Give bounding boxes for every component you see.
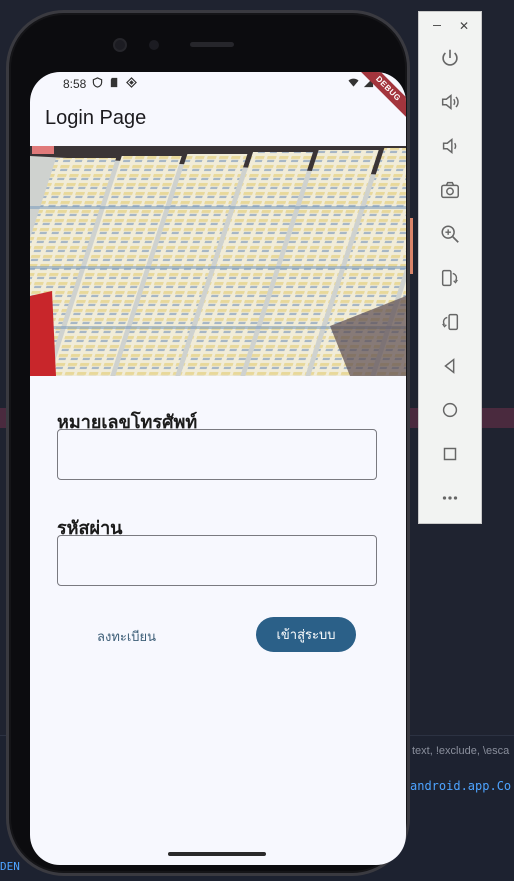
back-icon	[444, 358, 455, 374]
ide-console-left-text: DEN	[0, 860, 20, 873]
login-button[interactable]: เข้าสู่ระบบ	[256, 617, 356, 652]
more-icon	[442, 496, 458, 500]
register-button[interactable]: ลงทะเบียน	[97, 626, 156, 647]
sd-card-icon	[110, 77, 118, 88]
app-bar: Login Page	[30, 96, 406, 146]
home-icon	[442, 402, 458, 418]
power-icon	[442, 49, 458, 66]
front-camera	[113, 38, 127, 52]
overview-button[interactable]	[435, 439, 465, 469]
lottery-tickets-illustration	[30, 146, 406, 376]
login-form: หมายเลขโทรศัพท์ รหัสผ่าน	[57, 407, 377, 586]
rotate-right-icon	[442, 313, 459, 331]
phone-input[interactable]	[57, 429, 377, 480]
camera-icon	[441, 181, 459, 199]
wifi-icon	[348, 78, 359, 87]
front-sensor	[149, 40, 159, 50]
shield-icon	[92, 77, 103, 88]
rotate-left-icon	[441, 269, 458, 287]
back-button[interactable]	[435, 351, 465, 381]
zoom-icon	[441, 225, 459, 243]
ide-console-line: android.app.Co	[410, 779, 512, 793]
ide-filter-hint: text, !exclude, \esca	[412, 745, 510, 757]
status-time: 8:58	[63, 77, 87, 91]
form-actions: ลงทะเบียน เข้าสู่ระบบ	[57, 617, 357, 653]
emulator-toolbar: ✕	[418, 11, 482, 524]
close-icon[interactable]: ✕	[459, 19, 469, 33]
minimize-icon[interactable]	[433, 25, 441, 26]
screenshot-button[interactable]	[435, 175, 465, 205]
lottery-tickets-image	[30, 146, 406, 376]
volume-up-button[interactable]	[435, 87, 465, 117]
rotate-left-button[interactable]	[435, 263, 465, 293]
volume-down-icon	[442, 138, 457, 154]
volume-up-icon	[441, 94, 459, 110]
rotate-right-button[interactable]	[435, 307, 465, 337]
zoom-button[interactable]	[435, 219, 465, 249]
home-button[interactable]	[435, 395, 465, 425]
phone-label: หมายเลขโทรศัพท์	[57, 412, 198, 433]
phone-screen: 8:58 DEBUG Login Page หมายเลขโทรศัพท์ รห…	[30, 72, 406, 865]
password-label: รหัสผ่าน	[57, 518, 123, 539]
power-button[interactable]	[435, 43, 465, 73]
status-bar: 8:58 DEBUG	[30, 72, 406, 123]
status-notification-icons	[92, 77, 137, 88]
overview-icon	[443, 447, 457, 461]
page-title: Login Page	[45, 107, 147, 129]
sync-icon	[126, 77, 137, 88]
more-button[interactable]	[435, 483, 465, 513]
password-input[interactable]	[57, 535, 377, 586]
phone-frame: 8:58 DEBUG Login Page หมายเลขโทรศัพท์ รห…	[6, 10, 410, 876]
speaker-grille	[190, 42, 234, 47]
emulator-window-controls: ✕	[419, 17, 483, 33]
home-indicator[interactable]	[168, 852, 266, 856]
volume-down-button[interactable]	[435, 131, 465, 161]
